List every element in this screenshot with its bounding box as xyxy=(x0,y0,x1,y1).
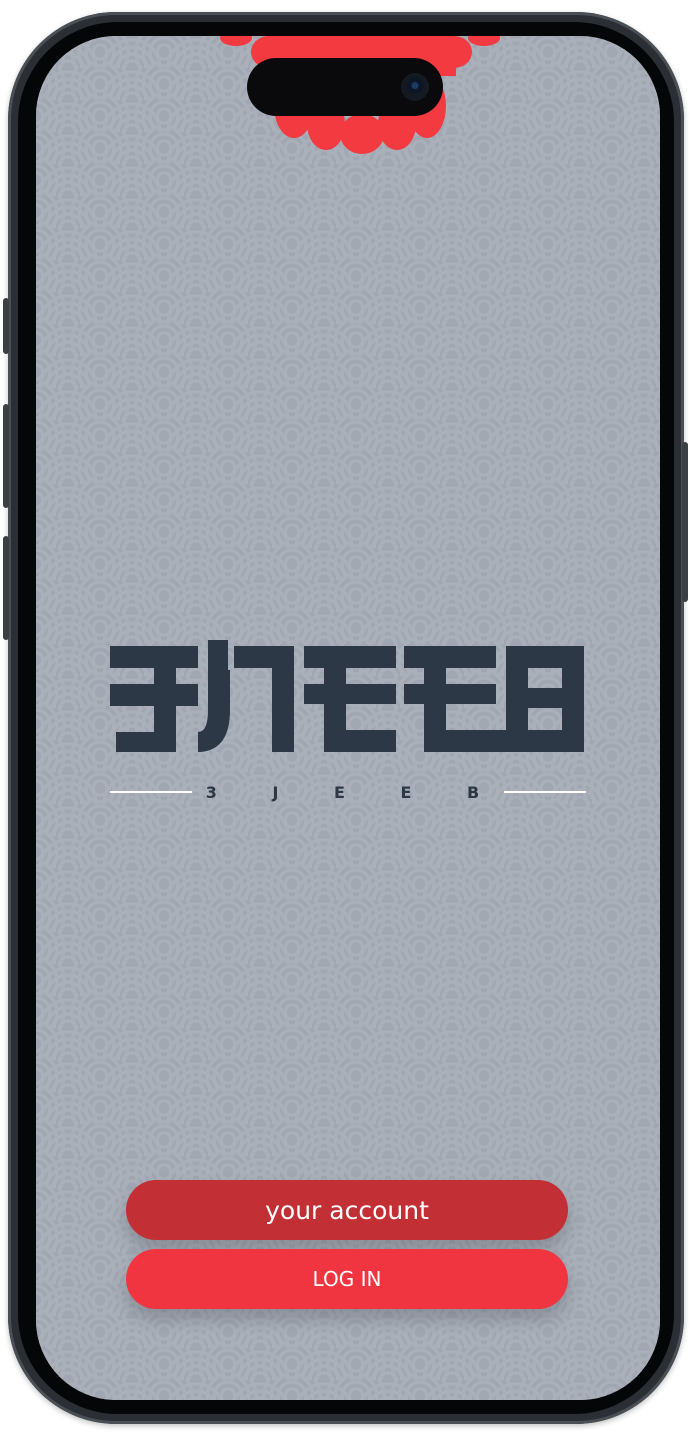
your-account-button[interactable]: your account xyxy=(126,1180,568,1240)
app-screen: 3 J E E B your account LOG IN xyxy=(36,36,660,1400)
side-button-volume-up xyxy=(3,404,9,508)
app-logo: 3 J E E B xyxy=(110,640,586,810)
side-button-power xyxy=(682,442,688,602)
logo-caption: 3 J E E B xyxy=(205,782,505,802)
logo-divider-right xyxy=(504,791,586,793)
your-account-label: your account xyxy=(265,1195,429,1225)
side-button-volume-down xyxy=(3,536,9,640)
front-camera-icon xyxy=(401,73,429,101)
login-button[interactable]: LOG IN xyxy=(126,1249,568,1309)
side-button-action xyxy=(3,298,9,354)
logo-glyphs xyxy=(110,640,584,752)
logo-divider-left xyxy=(110,791,192,793)
dynamic-island xyxy=(247,58,443,116)
login-label: LOG IN xyxy=(312,1267,382,1291)
logo-tagline-row: 3 J E E B xyxy=(110,780,586,804)
